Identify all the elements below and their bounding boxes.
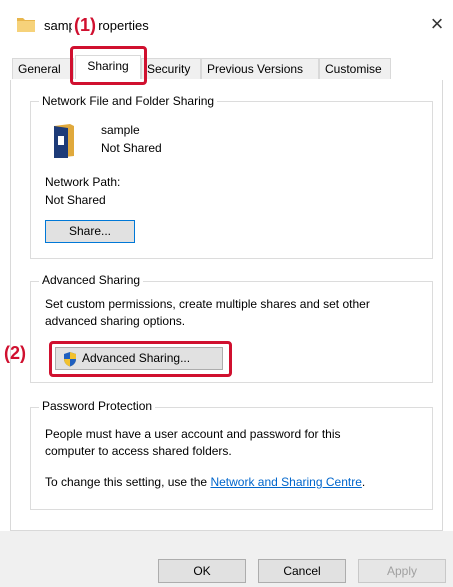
cancel-button[interactable]: Cancel (258, 559, 346, 583)
folder-name: sample (101, 123, 140, 137)
share-status: Not Shared (101, 141, 162, 155)
highlight-sharing-tab (70, 46, 147, 85)
annotation-step-2: (2) (4, 343, 26, 363)
shared-folder-icon (54, 124, 74, 158)
ok-button[interactable]: OK (158, 559, 246, 583)
close-button[interactable]: × (425, 13, 449, 37)
password-protection-group-label: Password Protection (39, 399, 156, 413)
network-path-label: Network Path: (45, 175, 121, 189)
highlight-advanced-sharing (49, 341, 232, 377)
network-sharing-group-label: Network File and Folder Sharing (39, 94, 218, 108)
password-protection-group (30, 407, 433, 510)
change-setting-text: To change this setting, use the Network … (45, 475, 365, 489)
change-setting-suffix: . (361, 475, 366, 489)
password-protection-text-line1: People must have a user account and pass… (45, 427, 341, 441)
share-button[interactable]: Share... (45, 220, 135, 243)
tab-previous-versions[interactable]: Previous Versions (201, 58, 319, 79)
network-path-value: Not Shared (45, 193, 106, 207)
folder-icon (17, 18, 35, 32)
advanced-sharing-description-line2: advanced sharing options. (45, 314, 186, 328)
advanced-sharing-description-line1: Set custom permissions, create multiple … (45, 297, 370, 311)
annotation-step-1: (1) (72, 15, 98, 36)
network-sharing-centre-link[interactable]: Network and Sharing Centre (210, 475, 361, 489)
apply-button[interactable]: Apply (358, 559, 446, 583)
change-setting-prefix: To change this setting, use the (45, 475, 211, 489)
password-protection-text-line2: computer to access shared folders. (45, 444, 232, 458)
tab-general[interactable]: General (12, 58, 74, 79)
tab-customise[interactable]: Customise (319, 58, 391, 79)
advanced-sharing-group-label: Advanced Sharing (39, 273, 144, 287)
tab-security[interactable]: Security (141, 58, 201, 79)
